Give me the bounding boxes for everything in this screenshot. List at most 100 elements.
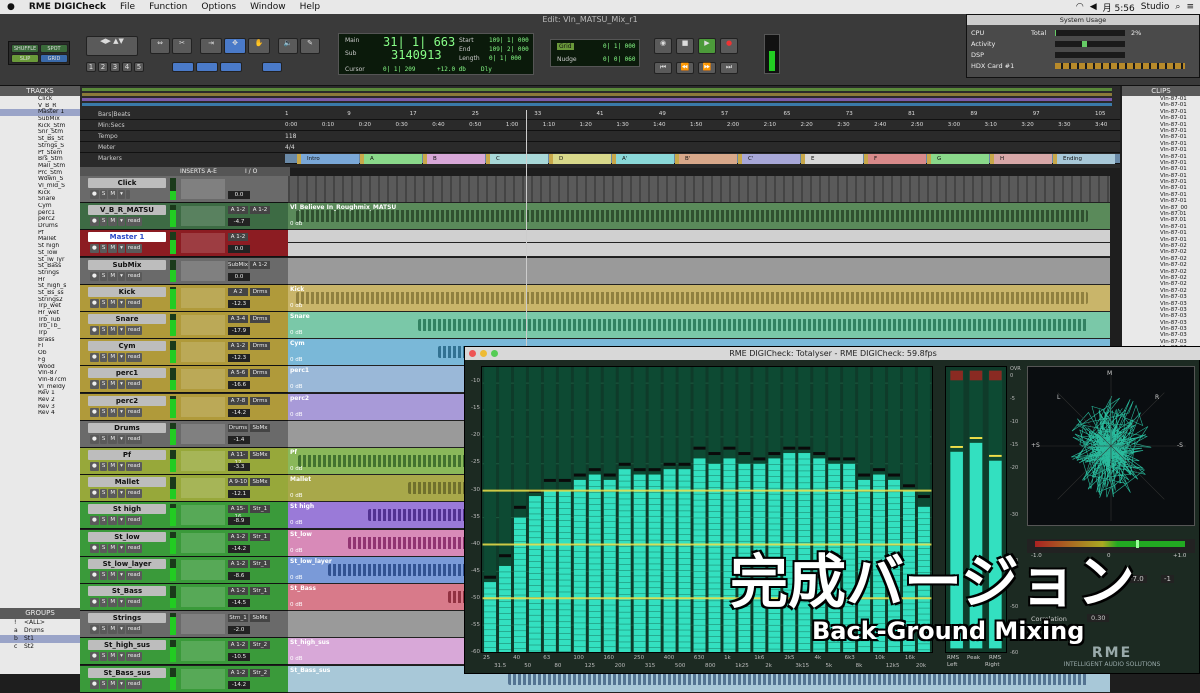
track-output[interactable]: Drms: [250, 369, 270, 378]
automation-mode[interactable]: read: [125, 217, 143, 227]
groups-list-item[interactable]: b St1: [0, 635, 80, 643]
solo-button[interactable]: S: [99, 625, 108, 635]
tracks-list-item[interactable]: Pf_Stem: [0, 150, 80, 157]
track-name[interactable]: Strings: [88, 613, 166, 624]
record-arm-icon[interactable]: ●: [90, 434, 99, 444]
track-input[interactable]: A 15-16: [228, 505, 248, 520]
insert-slots[interactable]: [181, 668, 225, 689]
tracks-list-item[interactable]: Strings: [0, 270, 80, 277]
tracks-list-item[interactable]: St_Bass: [0, 263, 80, 270]
track-lane[interactable]: Vl_Believe In_Roughmix_MATSU 0 dB: [288, 203, 1110, 231]
tracks-list-item[interactable]: perc1: [0, 210, 80, 217]
insert-slots[interactable]: [181, 478, 225, 499]
tracks-list-item[interactable]: Brass: [0, 337, 80, 344]
end-value[interactable]: 109| 2| 000: [489, 46, 529, 53]
track-volume[interactable]: -12.3: [228, 354, 250, 363]
tab-to-transient-button[interactable]: [220, 62, 242, 72]
record-arm-icon[interactable]: ●: [90, 298, 99, 308]
automation-mode[interactable]: read: [125, 462, 143, 471]
track-volume[interactable]: -12.1: [228, 490, 250, 499]
link-track-edit-button[interactable]: [172, 62, 194, 72]
marker[interactable]: C: [486, 153, 548, 164]
view-selector[interactable]: ▾: [118, 679, 125, 689]
tracks-list-item[interactable]: Vl_meldy: [0, 384, 80, 391]
menu-options[interactable]: Options: [194, 2, 243, 12]
go-to-start-icon[interactable]: ⏮: [654, 62, 672, 74]
grid-label[interactable]: Grid: [557, 43, 574, 50]
track-output[interactable]: Str_2: [250, 641, 270, 650]
tracks-list-item[interactable]: Rev 1: [0, 390, 80, 397]
track-lane[interactable]: [288, 230, 1110, 258]
track-name[interactable]: St_Bass_sus: [88, 667, 166, 678]
groups-list-item[interactable]: ! <ALL>: [0, 619, 80, 627]
automation-mode[interactable]: [125, 190, 130, 199]
solo-button[interactable]: S: [99, 326, 108, 335]
zoomer-tool-icon[interactable]: ⇔: [150, 38, 170, 54]
track-input[interactable]: SubMix: [228, 260, 248, 269]
automation-mode[interactable]: read: [125, 516, 143, 526]
marker[interactable]: G: [927, 153, 989, 164]
tracks-list-item[interactable]: St_Bs_St: [0, 136, 80, 143]
track-lane[interactable]: [288, 176, 1110, 203]
tracks-list-item[interactable]: Rev 2: [0, 397, 80, 404]
track-name[interactable]: Click: [88, 178, 166, 188]
mute-button[interactable]: M: [108, 326, 118, 335]
track-volume[interactable]: -12.3: [228, 299, 250, 308]
tracks-list-item[interactable]: Fl: [0, 343, 80, 350]
go-to-end-icon[interactable]: ⏭: [720, 62, 738, 74]
track-lane[interactable]: Snare 0 dB: [288, 312, 1110, 339]
zoom-preset-4[interactable]: 4: [122, 62, 132, 72]
grid-mode-button[interactable]: GRID: [40, 54, 68, 63]
view-selector[interactable]: ▾: [118, 407, 125, 417]
audio-clip[interactable]: Kick 0 dB: [288, 284, 1110, 311]
automation-mode[interactable]: read: [125, 598, 143, 607]
insert-slots[interactable]: [181, 315, 225, 335]
marker[interactable]: B: [423, 153, 485, 164]
track-name[interactable]: SubMix: [88, 259, 166, 270]
min-secs-ruler[interactable]: Min:Secs 0:00 0:10 0:20 0:30 0:40 0:50 1:00 1:10…: [80, 121, 1120, 131]
tracks-list-item[interactable]: Trp_wet: [0, 303, 80, 310]
record-arm-icon[interactable]: ●: [90, 353, 99, 363]
mute-button[interactable]: M: [108, 244, 118, 254]
tracks-list-item[interactable]: Master 1: [0, 109, 80, 117]
track-input[interactable]: Drums: [228, 423, 248, 432]
solo-button[interactable]: S: [99, 679, 108, 689]
track-volume[interactable]: -10.5: [228, 653, 250, 662]
tracks-list-item[interactable]: Wood: [0, 364, 80, 371]
track-input[interactable]: A 1-2: [228, 587, 248, 595]
audio-clip[interactable]: Vl_Believe In_Roughmix_MATSU 0 dB: [288, 203, 1110, 230]
insert-slots[interactable]: [181, 505, 225, 526]
empty-lane[interactable]: [288, 257, 1110, 284]
volume-icon[interactable]: ◀: [1090, 2, 1097, 12]
play-button-icon[interactable]: ▶: [698, 38, 716, 54]
track-volume[interactable]: -14.2: [228, 680, 250, 689]
track-name[interactable]: V_B_R_MATSU: [88, 205, 166, 216]
view-selector[interactable]: ▾: [118, 516, 125, 526]
minimize-window-icon[interactable]: [480, 350, 487, 357]
tracks-list-item[interactable]: Snr_Stm: [0, 129, 80, 136]
click-lane[interactable]: [288, 176, 1110, 202]
marker[interactable]: D: [549, 153, 611, 164]
track-input[interactable]: A 1-2: [228, 342, 248, 351]
record-arm-icon[interactable]: ●: [90, 462, 99, 471]
pencil-tool-icon[interactable]: ✎: [300, 38, 320, 54]
track-output[interactable]: SbMx: [250, 614, 270, 623]
track-output[interactable]: Str_1: [250, 587, 270, 595]
over-indicator[interactable]: [950, 370, 963, 381]
track-input[interactable]: A 1-2: [228, 532, 248, 541]
solo-button[interactable]: S: [99, 489, 108, 499]
automation-mode[interactable]: read: [125, 570, 143, 580]
track-output[interactable]: Str_1: [250, 559, 270, 568]
slip-mode-button[interactable]: SLIP: [11, 54, 39, 63]
track-name[interactable]: Pf: [88, 450, 166, 460]
rewind-icon[interactable]: ⏪: [676, 62, 694, 74]
mute-button[interactable]: M: [108, 271, 118, 281]
groups-list-item[interactable]: a Drums: [0, 627, 80, 635]
track-output[interactable]: SbMx: [250, 423, 270, 432]
tracks-list-item[interactable]: St_lw_lyr: [0, 257, 80, 264]
automation-mode[interactable]: read: [125, 353, 143, 363]
view-selector[interactable]: ▾: [118, 625, 125, 635]
mute-button[interactable]: M: [108, 353, 118, 363]
track-output[interactable]: Str_2: [250, 668, 270, 677]
record-arm-icon[interactable]: ●: [90, 516, 99, 526]
